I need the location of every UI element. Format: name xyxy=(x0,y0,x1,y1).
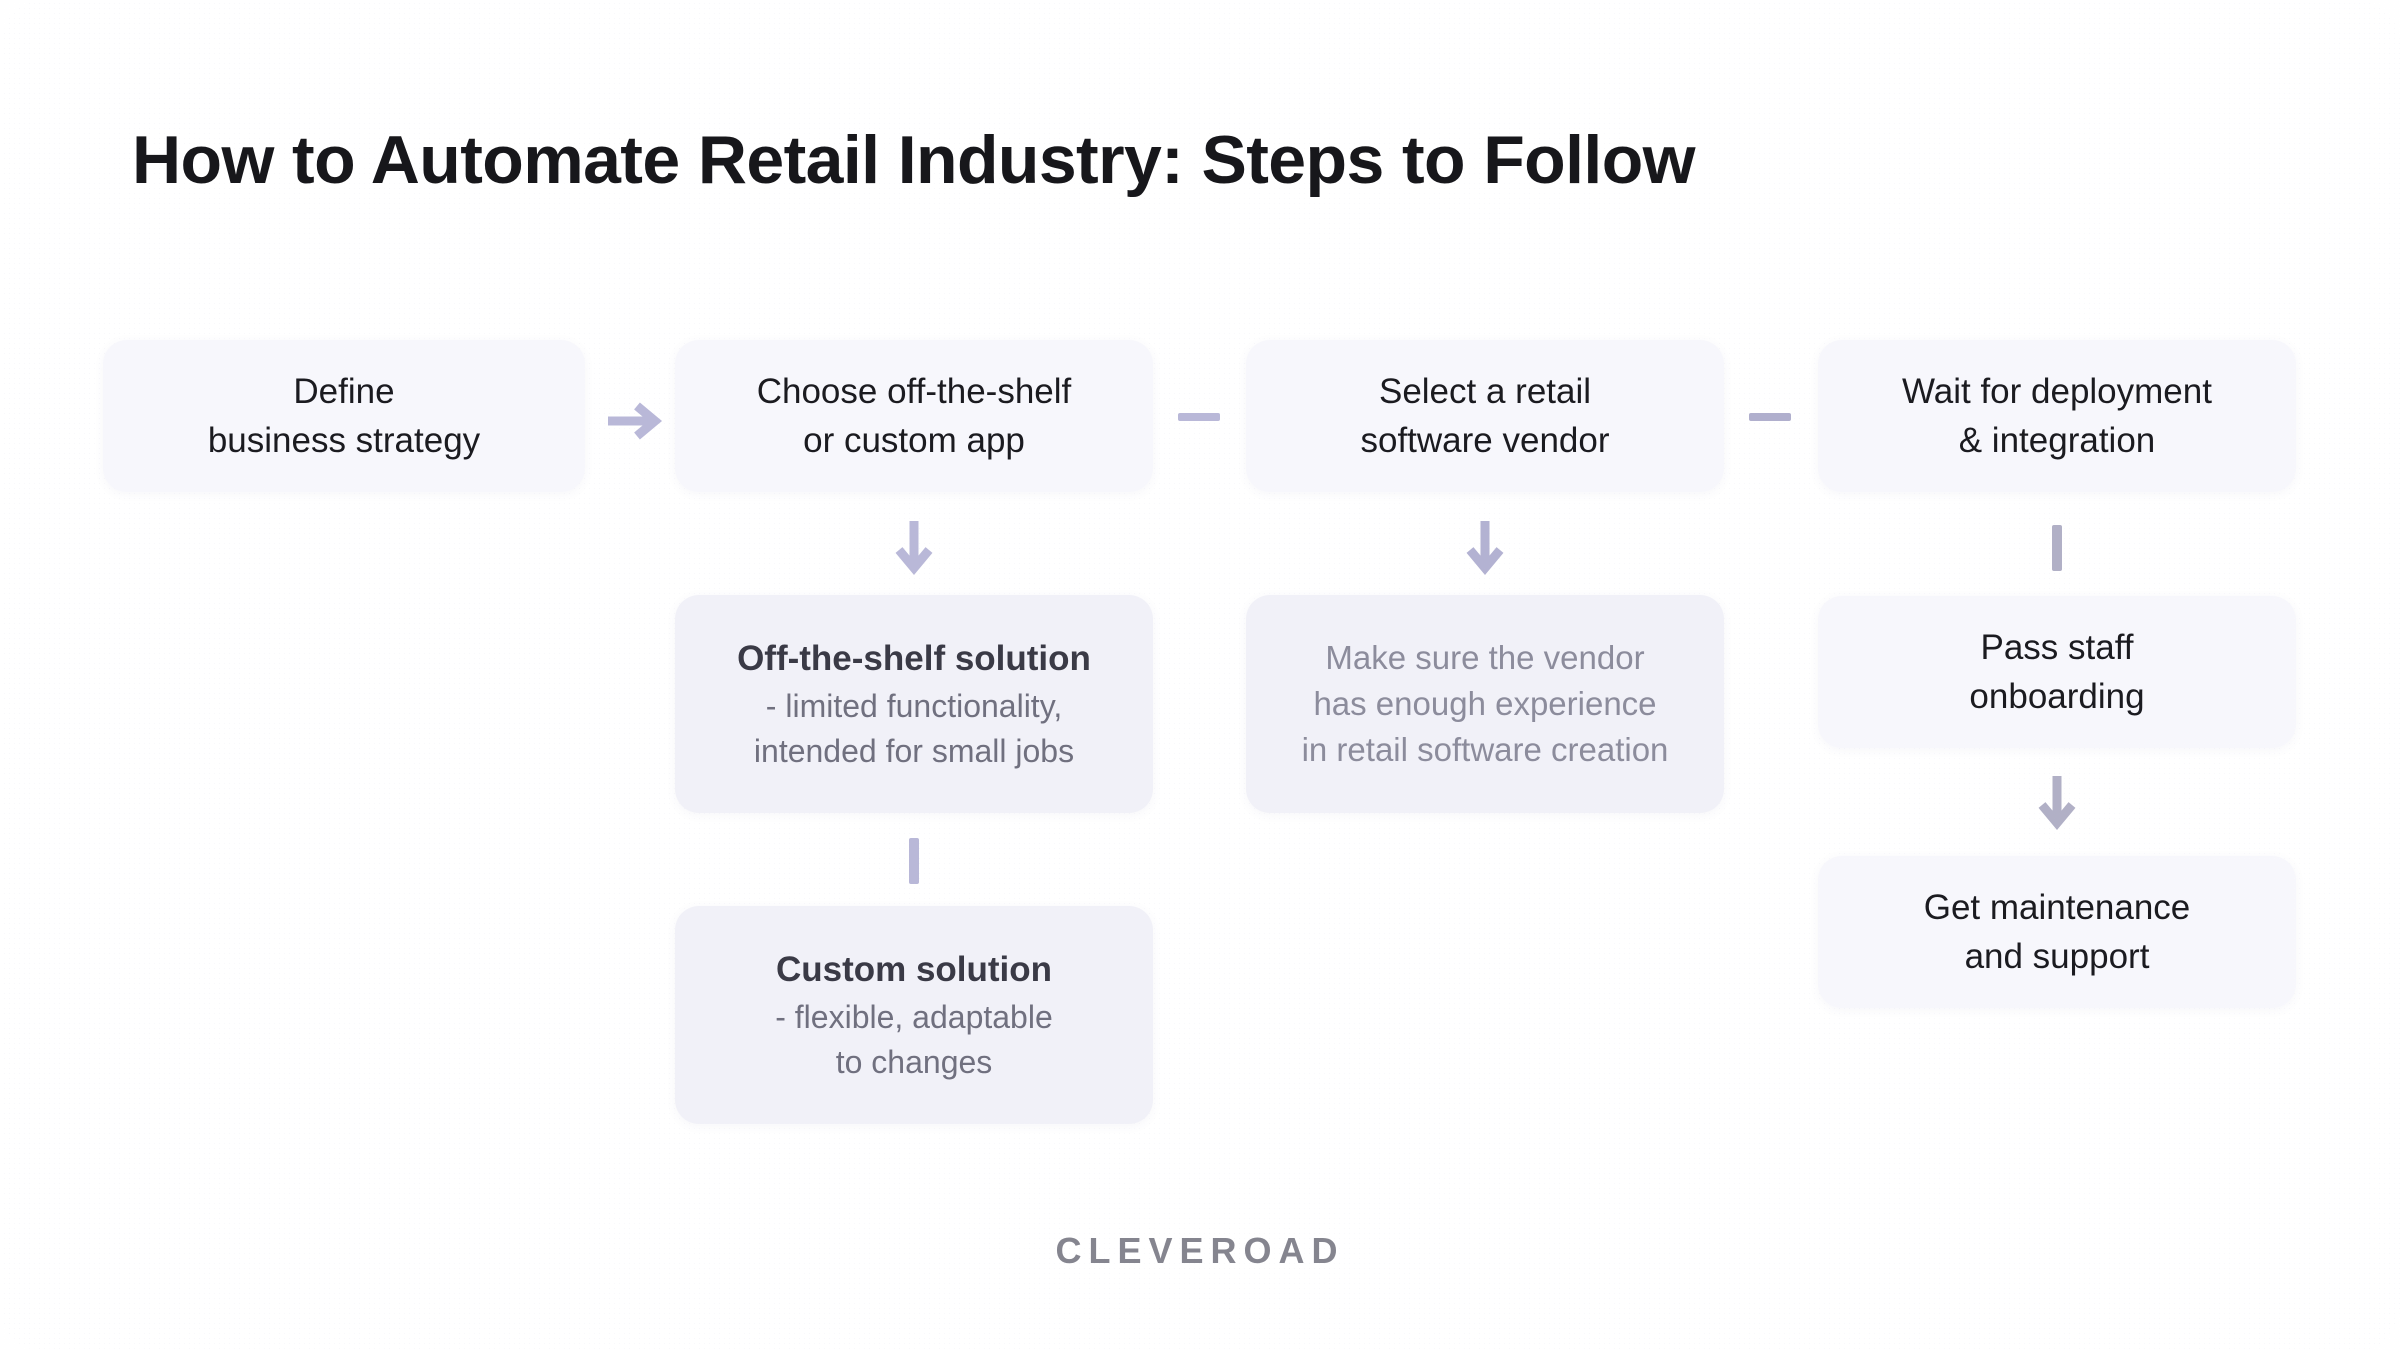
flow-box-heading: Off-the-shelf solution xyxy=(737,639,1091,678)
infographic-card: How to Automate Retail Industry: Steps t… xyxy=(0,0,2400,1351)
bar-deployment-to-onboarding xyxy=(2052,525,2062,571)
flow-box-heading: Custom solution xyxy=(775,950,1053,989)
dash-choose-to-vendor xyxy=(1178,411,1220,423)
flow-box-wait-for-deployment-and-integration: Wait for deployment & integration xyxy=(1818,340,2296,492)
flow-box-choose-off-the-shelf-or-custom-app: Choose off-the-shelf or custom app xyxy=(675,340,1153,492)
arrow-right-strategy-to-choose xyxy=(604,390,666,452)
flow-box-line: onboarding xyxy=(1969,677,2145,716)
flow-box-line: or custom app xyxy=(803,421,1025,460)
flow-box-subline: intended for small jobs xyxy=(753,733,1075,769)
flow-box-vendor-experience-note: Make sure the vendor has enough experien… xyxy=(1246,595,1724,813)
arrow-down-choose-to-offtheshelf xyxy=(883,517,945,579)
flow-box-pass-staff-onboarding: Pass staff onboarding xyxy=(1818,596,2296,748)
flow-box-line: Make sure the vendor xyxy=(1325,639,1645,676)
bar-offtheshelf-to-custom xyxy=(909,838,919,884)
flow-box-line: and support xyxy=(1964,937,2150,976)
flow-box-line: Define xyxy=(293,372,395,411)
flow-box-subline: to changes xyxy=(835,1044,993,1080)
page-title: How to Automate Retail Industry: Steps t… xyxy=(132,122,1696,198)
flow-box-subline: - flexible, adaptable xyxy=(775,999,1053,1035)
arrow-down-vendor-to-note xyxy=(1454,517,1516,579)
flow-box-line: has enough experience xyxy=(1313,685,1657,722)
flow-box-get-maintenance-and-support: Get maintenance and support xyxy=(1818,856,2296,1008)
flow-box-line: Get maintenance xyxy=(1923,888,2191,927)
flow-box-select-a-retail-software-vendor: Select a retail software vendor xyxy=(1246,340,1724,492)
flow-box-line: Pass staff xyxy=(1980,628,2134,667)
flow-box-off-the-shelf-solution: Off-the-shelf solution - limited functio… xyxy=(675,595,1153,813)
dash-vendor-to-deployment xyxy=(1749,411,1791,423)
flow-box-line: in retail software creation xyxy=(1301,731,1669,768)
flow-box-line: Choose off-the-shelf xyxy=(756,372,1072,411)
flow-box-custom-solution: Custom solution - flexible, adaptable to… xyxy=(675,906,1153,1124)
cleveroad-logo: CLEVEROAD xyxy=(1055,1230,1345,1271)
flow-box-line: Select a retail xyxy=(1378,372,1592,411)
flow-box-define-business-strategy: Define business strategy xyxy=(103,340,585,492)
flow-box-line: software vendor xyxy=(1360,421,1610,460)
flow-box-line: Wait for deployment xyxy=(1902,372,2212,411)
flow-box-line: & integration xyxy=(1958,421,2156,460)
flow-box-line: business strategy xyxy=(207,421,481,460)
arrow-down-onboarding-to-maintenance xyxy=(2026,772,2088,834)
flow-box-subline: - limited functionality, xyxy=(765,688,1063,724)
